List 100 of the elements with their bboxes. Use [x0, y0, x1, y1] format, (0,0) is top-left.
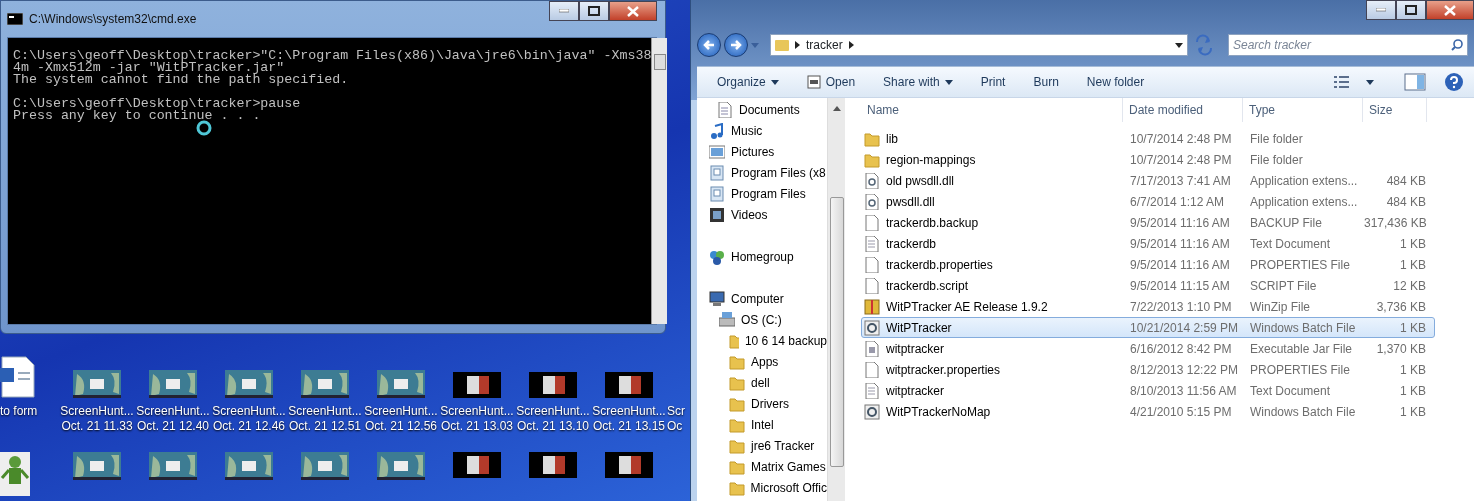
- file-name: WitPTracker AE Release 1.9.2: [886, 298, 1048, 316]
- homegroup-icon: [709, 248, 725, 265]
- nav-item[interactable]: Program Files (x8: [697, 162, 827, 183]
- help-icon[interactable]: [1444, 72, 1464, 92]
- nav-item[interactable]: dell: [697, 372, 827, 393]
- minimize-button[interactable]: [1366, 0, 1396, 20]
- file-row[interactable]: witptracker 6/16/2012 8:42 PM Executable Jar File 1,370 KB: [861, 338, 1435, 359]
- file-row[interactable]: lib 10/7/2014 2:48 PM File folder: [861, 128, 1435, 149]
- nav-item[interactable]: 10 6 14 backup: [697, 330, 827, 351]
- close-button[interactable]: [609, 1, 657, 21]
- close-button[interactable]: [1426, 0, 1474, 20]
- caret-icon: [944, 79, 953, 85]
- size-cell-text: 317,436 KB: [1364, 214, 1428, 232]
- type-cell-text: File folder: [1249, 151, 1304, 169]
- icon-label: ScreenHunt...: [364, 404, 438, 419]
- scroll-up-arrow-icon[interactable]: [832, 106, 841, 111]
- toolbar-button[interactable]: Print: [966, 70, 1020, 94]
- file-name: WitPTracker: [886, 319, 952, 337]
- file-row[interactable]: trackerdb.backup 9/5/2014 11:16 AM BACKUP File 317,436 KB: [861, 212, 1435, 233]
- icon-label: Oct. 21 12.51: [288, 419, 361, 434]
- nav-item[interactable]: Drivers: [697, 393, 827, 414]
- film-icon: [709, 206, 725, 223]
- screenshot-thumbnail: [529, 372, 577, 398]
- file-row[interactable]: WitPTracker 10/21/2014 2:59 PM Windows Batch File 1 KB: [861, 317, 1435, 338]
- forward-button[interactable]: [724, 33, 748, 57]
- type-cell-text: File folder: [1249, 130, 1304, 148]
- toolbar-button[interactable]: Organize: [703, 70, 793, 94]
- size-cell-text: 1 KB: [1399, 235, 1427, 253]
- nav-item[interactable]: Intel: [697, 414, 827, 435]
- column-header[interactable]: Date modified: [1123, 98, 1243, 122]
- folder-icon: [729, 395, 745, 412]
- dropdown-arrow-icon[interactable]: [1175, 42, 1183, 48]
- caret-icon: [770, 79, 779, 85]
- nav-item[interactable]: Microsoft Offic: [697, 477, 827, 498]
- nav-item[interactable]: Computer: [697, 288, 827, 309]
- folder-icon: [729, 374, 745, 391]
- nav-item[interactable]: Music: [697, 120, 827, 141]
- nav-item[interactable]: Matrix Games: [697, 456, 827, 477]
- back-button[interactable]: [697, 33, 721, 57]
- column-header[interactable]: Type: [1243, 98, 1363, 122]
- size-cell-text: 1 KB: [1399, 319, 1427, 337]
- nav-item[interactable]: Documents: [697, 99, 827, 120]
- toolbar-button[interactable]: Share with: [869, 70, 967, 94]
- file-row[interactable]: old pwsdll.dll 7/17/2013 7:41 AM Application extens... 484 KB: [861, 170, 1435, 191]
- open-icon: [806, 75, 821, 89]
- column-header[interactable]: Name: [861, 98, 1123, 122]
- gear-file-icon: [864, 319, 880, 336]
- close-icon: [627, 5, 639, 17]
- toolbar-button[interactable]: Burn: [1019, 70, 1073, 94]
- file-row[interactable]: trackerdb 9/5/2014 11:16 AM Text Document 1 KB: [861, 233, 1435, 254]
- nav-item[interactable]: Program Files: [697, 183, 827, 204]
- nav-item[interactable]: Homegroup: [697, 246, 827, 267]
- toolbar-button[interactable]: Open: [792, 70, 870, 94]
- nav-item[interactable]: jre6 Tracker: [697, 435, 827, 456]
- file-name: witptracker.properties: [886, 361, 1001, 379]
- nav-item[interactable]: OS (C:): [697, 309, 827, 330]
- nav-item[interactable]: Videos: [697, 204, 827, 225]
- maximize-button[interactable]: [1396, 0, 1426, 20]
- screenshot-thumbnail: [453, 372, 501, 398]
- nav-item[interactable]: Pictures: [697, 141, 827, 162]
- type-cell-text: WinZip File: [1249, 298, 1311, 316]
- minimize-button[interactable]: [549, 1, 579, 21]
- file-row[interactable]: region-mappings 10/7/2014 2:48 PM File folder: [861, 149, 1435, 170]
- console-line: Press any key to continue . . .: [13, 110, 261, 122]
- file-row[interactable]: witptracker.properties 8/12/2013 12:22 PM PROPERTIES File 1 KB: [861, 359, 1435, 380]
- icon-label: ScreenHunt...: [288, 404, 362, 419]
- screenshot-thumbnail: [605, 452, 653, 478]
- column-header[interactable]: Size: [1363, 98, 1427, 122]
- icon-label: ScreenHunt...: [592, 404, 666, 419]
- search-icon[interactable]: [1451, 39, 1463, 51]
- search-field[interactable]: Search tracker: [1228, 34, 1468, 56]
- file-row[interactable]: pwsdll.dll 6/7/2014 1:12 AM Application extens... 484 KB: [861, 191, 1435, 212]
- date-cell-text: 9/5/2014 11:16 AM: [1129, 214, 1231, 232]
- file-row[interactable]: trackerdb.script 9/5/2014 11:15 AM SCRIPT File 12 KB: [861, 275, 1435, 296]
- maximize-icon: [1405, 5, 1417, 15]
- file-row[interactable]: WitPTracker AE Release 1.9.2 7/22/2013 1:10 PM WinZip File 3,736 KB: [861, 296, 1435, 317]
- type-cell-text: Application extens...: [1249, 193, 1359, 211]
- computer-icon: [709, 290, 725, 307]
- address-bar[interactable]: tracker: [770, 34, 1188, 56]
- scrollbar[interactable]: [651, 38, 668, 324]
- file-name: old pwsdll.dll: [886, 172, 955, 190]
- file-row[interactable]: witptracker 8/10/2013 11:56 AM Text Document 1 KB: [861, 380, 1435, 401]
- file-row[interactable]: trackerdb.properties 9/5/2014 11:16 AM PROPERTIES File 1 KB: [861, 254, 1435, 275]
- chevron-icon: [848, 41, 854, 49]
- screenshot-thumbnail: [73, 370, 121, 398]
- nav-item[interactable]: Apps: [697, 351, 827, 372]
- type-cell-text: Application extens...: [1249, 172, 1359, 190]
- type-cell-text: Text Document: [1249, 235, 1332, 253]
- file-row[interactable]: WitPTrackerNoMap 4/21/2010 5:15 PM Windows Batch File 1 KB: [861, 401, 1435, 422]
- type-cell-text: Windows Batch File: [1249, 403, 1357, 421]
- date-cell-text: 9/5/2014 11:15 AM: [1129, 277, 1231, 295]
- maximize-button[interactable]: [579, 1, 609, 21]
- type-cell-text: PROPERTIES File: [1249, 361, 1351, 379]
- icon-label: ScreenHunt...: [516, 404, 590, 419]
- text-file-icon: [864, 235, 880, 252]
- file-name: region-mappings: [886, 151, 976, 169]
- breadcrumb-item[interactable]: tracker: [806, 36, 843, 54]
- size-cell-text: 12 KB: [1392, 277, 1427, 295]
- toolbar-button[interactable]: New folder: [1072, 70, 1159, 94]
- date-cell-text: 10/7/2014 2:48 PM: [1129, 130, 1233, 148]
